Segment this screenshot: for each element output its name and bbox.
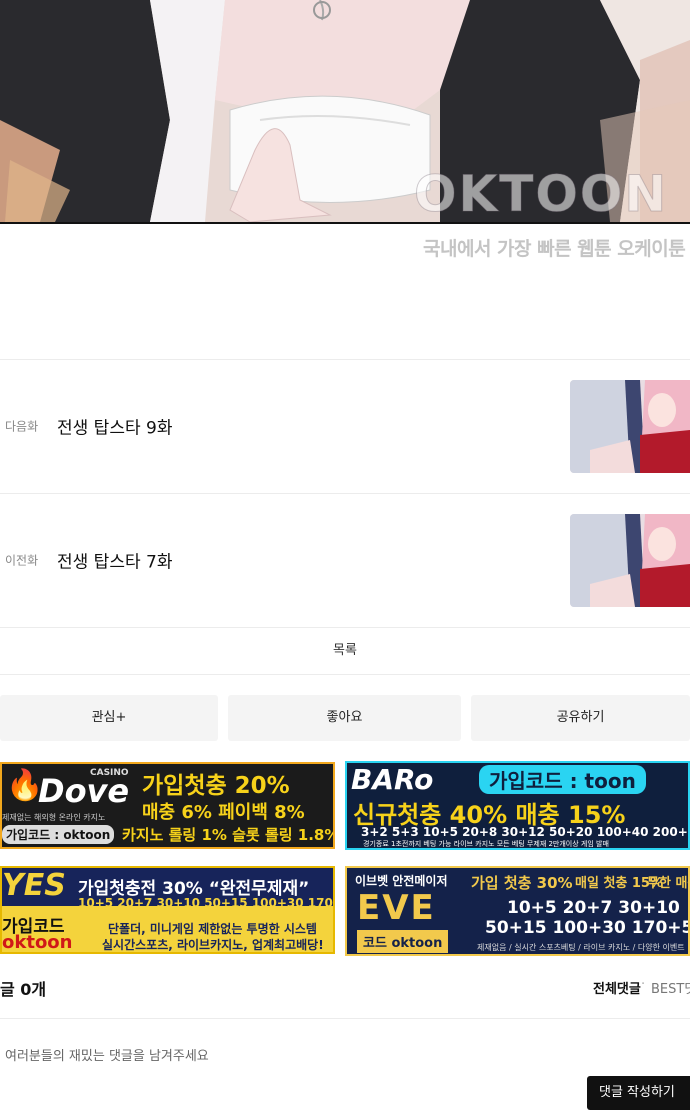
yes-line3: 단폴더, 미니게임 제한없는 투명한 시스템 [108, 922, 317, 936]
eve-line2: 10+5 20+7 30+10 [507, 898, 680, 918]
baro-line2: 3+2 5+3 10+5 20+8 30+12 50+20 100+40 200… [361, 825, 690, 839]
baro-line3: 경기종료 1초전까지 베팅 가능 라이브 카지노 모든 베팅 무제재 2만개이상… [363, 840, 609, 848]
prev-episode-row[interactable]: 이전화 전생 탑스타 7화 [0, 493, 690, 627]
comic-panel: OKTOON [0, 0, 690, 224]
ad-banner-yes[interactable]: YES 가입코드 oktoon 가입첫충전 30% “완전무제재” 10+5 2… [0, 866, 335, 954]
interest-button[interactable]: 관심+ [0, 695, 218, 741]
eve-line1c: 무한 매충 10% [647, 876, 688, 891]
dove-line1: 가입첫충 20% [142, 773, 290, 799]
sort-separator: · [641, 977, 646, 992]
eve-top: 이브벳 안전메이저 [355, 874, 448, 888]
baro-code: 가입코드 : toon [479, 765, 646, 794]
prev-episode-thumbnail[interactable] [570, 514, 690, 607]
next-episode-thumbnail[interactable] [570, 380, 690, 473]
prev-episode-title[interactable]: 전생 탑스타 7화 [57, 548, 172, 573]
next-episode-title[interactable]: 전생 탑스타 9화 [57, 414, 172, 439]
dove-code: 가입코드 : oktoon [2, 825, 115, 844]
comments-header: 글 0개 전체댓글 · BEST댓 [0, 970, 690, 1002]
eve-line3: 50+15 100+30 170+50 [485, 918, 690, 938]
baro-logo: BARo [351, 763, 434, 796]
comment-count: 글 0개 [0, 980, 47, 999]
next-episode-tag: 다음화 [5, 419, 39, 434]
eve-logo: EVE [357, 888, 436, 928]
dove-logo: Dove [38, 772, 130, 810]
next-episode-row[interactable]: 다음화 전생 탑스타 9화 [0, 359, 690, 493]
prev-episode-tag: 이전화 [5, 553, 39, 568]
yes-line2: 10+5 20+7 30+10 50+15 100+30 170+50 [78, 896, 335, 910]
ad-banner-eve[interactable]: 이브벳 안전메이저 EVE 코드 oktoon 가입 첫충 30% 매일 첫충 … [345, 866, 690, 956]
divider [0, 1018, 690, 1019]
dove-sub: 제재없는 해외형 온라인 카지노 [2, 813, 106, 822]
like-button[interactable]: 좋아요 [228, 695, 461, 741]
sort-all-comments[interactable]: 전체댓글 [593, 978, 641, 997]
comic-watermark: OKTOON [413, 165, 669, 223]
dove-line2: 매충 6% 페이백 8% [142, 802, 305, 823]
yes-line4: 실시간스포츠, 라이브카지노, 업계최고배당! [102, 938, 324, 952]
divider [0, 674, 690, 675]
comment-input[interactable]: 여러분들의 재밌는 댓글을 남겨주세요 [5, 1045, 209, 1064]
eve-line1a: 가입 첫충 30% [471, 874, 573, 892]
comic-tagline: 국내에서 가장 빠른 웹툰 오케이툰 [423, 238, 686, 260]
yes-logo: YES [2, 868, 66, 903]
yes-code: oktoon [2, 932, 73, 953]
sort-best-comments[interactable]: BEST댓 [651, 978, 690, 997]
dove-line3: 카지노 롤링 1% 슬롯 롤링 1.8% [122, 826, 335, 844]
eve-code: 코드 oktoon [357, 930, 449, 953]
ad-banner-dove[interactable]: 🔥 CASINO Dove 제재없는 해외형 온라인 카지노 가입코드 : ok… [0, 762, 335, 849]
submit-comment-button[interactable]: 댓글 작성하기 [587, 1076, 690, 1110]
share-button[interactable]: 공유하기 [471, 695, 690, 741]
eve-line4: 제재없음 / 실시간 스포츠베팅 / 라이브 카지노 / 다양한 이벤트 [477, 943, 685, 952]
ad-banner-baro[interactable]: BARo 가입코드 : toon 신규첫충 40% 매충 15% 3+2 5+3… [345, 761, 690, 850]
list-button[interactable]: 목록 [0, 628, 690, 674]
